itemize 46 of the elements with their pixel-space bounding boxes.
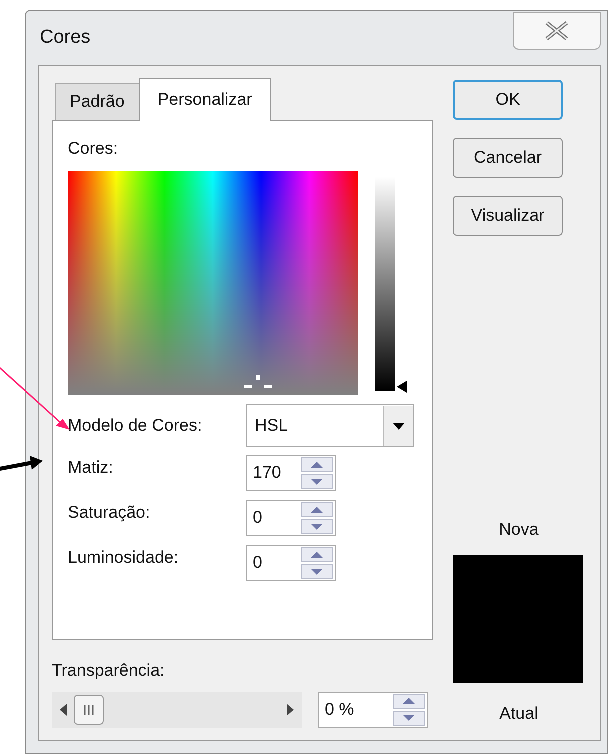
- left-arrow-icon[interactable]: [60, 704, 68, 716]
- field-label: Transparência:: [52, 660, 165, 682]
- color-spectrum[interactable]: [68, 171, 358, 395]
- field-label: Matiz:: [68, 457, 114, 479]
- swatch-label: Nova: [499, 519, 539, 541]
- slider-pointer-icon[interactable]: [397, 381, 407, 393]
- spin-up-button[interactable]: [301, 547, 333, 562]
- scrollbar-track[interactable]: [52, 692, 302, 728]
- spin-down-button[interactable]: [301, 474, 333, 489]
- dialog-button[interactable]: Cancelar: [453, 138, 563, 178]
- spin-down-button[interactable]: [393, 710, 425, 726]
- grip-icon: [83, 704, 95, 714]
- up-arrow-icon: [403, 698, 415, 704]
- spin-field[interactable]: 170: [246, 455, 336, 491]
- field-label: Modelo de Cores:: [68, 414, 204, 437]
- spin-up-button[interactable]: [301, 502, 333, 517]
- close-icon: [544, 21, 570, 41]
- field-label: Cores:: [68, 139, 118, 159]
- pointer-arrow: [0, 454, 44, 474]
- dialog-button[interactable]: OK: [453, 80, 563, 120]
- down-arrow-icon: [403, 715, 415, 721]
- spin-down-button[interactable]: [301, 564, 333, 579]
- down-arrow-icon: [311, 478, 323, 484]
- dialog-button[interactable]: Visualizar: [453, 196, 563, 236]
- slider-thumb[interactable]: [74, 694, 104, 724]
- down-arrow-icon: [311, 568, 323, 574]
- spin-down-button[interactable]: [301, 519, 333, 534]
- up-arrow-icon: [311, 462, 323, 468]
- down-arrow-icon: [311, 524, 323, 530]
- tab[interactable]: Padrão: [55, 83, 140, 121]
- up-arrow-icon: [311, 552, 323, 558]
- swatch-label: Atual: [500, 702, 538, 724]
- tab[interactable]: Personalizar: [138, 78, 272, 121]
- window-title: Cores: [40, 26, 91, 50]
- spin-field[interactable]: 0: [246, 500, 336, 536]
- close-button[interactable]: [513, 12, 601, 50]
- field-label: Saturação:: [68, 502, 152, 524]
- field-label: Luminosidade:: [68, 547, 180, 569]
- color-model-dropdown[interactable]: HSL: [246, 404, 414, 447]
- crosshair-icon: [244, 375, 272, 389]
- spin-field[interactable]: 0: [246, 545, 336, 581]
- spin-field[interactable]: 0 %: [318, 692, 428, 728]
- up-arrow-icon: [311, 506, 323, 512]
- spin-up-button[interactable]: [301, 457, 333, 472]
- spin-up-button[interactable]: [393, 694, 425, 708]
- right-arrow-icon[interactable]: [286, 704, 294, 716]
